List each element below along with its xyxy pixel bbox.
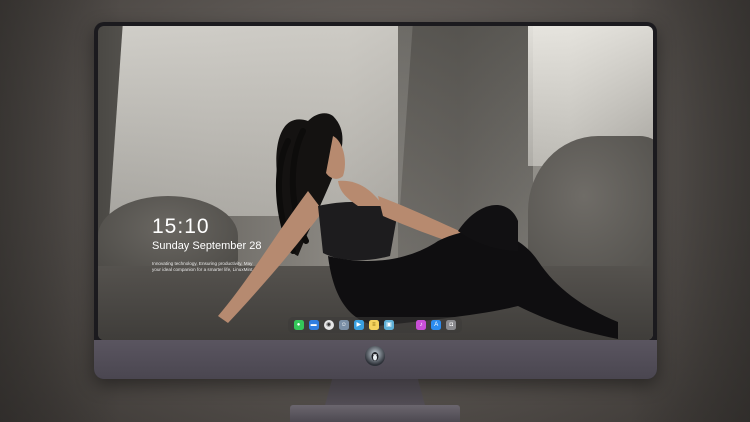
video-icon[interactable]: ▶ [353,320,364,330]
notes-icon[interactable]: ≡ [368,320,379,330]
camera-icon[interactable]: ◘ [446,320,457,330]
finder-icon[interactable]: ☺ [338,320,349,330]
music-icon[interactable]: ♪ [416,320,427,330]
lock-tagline: Innovating technology, Ensuring producti… [152,261,253,272]
wallpaper-figure [218,113,618,339]
files-icon[interactable]: ▬ [308,320,319,330]
monitor-stand-base [290,405,460,422]
monitor: 15:10 Sunday September 28 Innovating tec… [94,22,657,379]
lock-screen-widget: 15:10 Sunday September 28 Innovating tec… [152,216,282,273]
app-store-icon[interactable]: A [431,320,442,330]
messages-icon[interactable]: ● [293,320,304,330]
clock-date: Sunday September 28 [152,240,262,252]
penguin-icon [371,352,379,361]
desktop-screen[interactable]: 15:10 Sunday September 28 Innovating tec… [98,26,653,340]
monitor-chin [94,340,657,379]
dock-separator [399,320,411,330]
clock-time: 15:10 [152,215,210,238]
dock: ● ▬ ◉ ☺ ▶ ≡ ▣ ♪ A ◘ [288,317,462,333]
photos-icon[interactable]: ▣ [384,320,394,330]
browser-icon[interactable]: ◉ [323,320,334,330]
brand-logo-icon [365,346,385,366]
